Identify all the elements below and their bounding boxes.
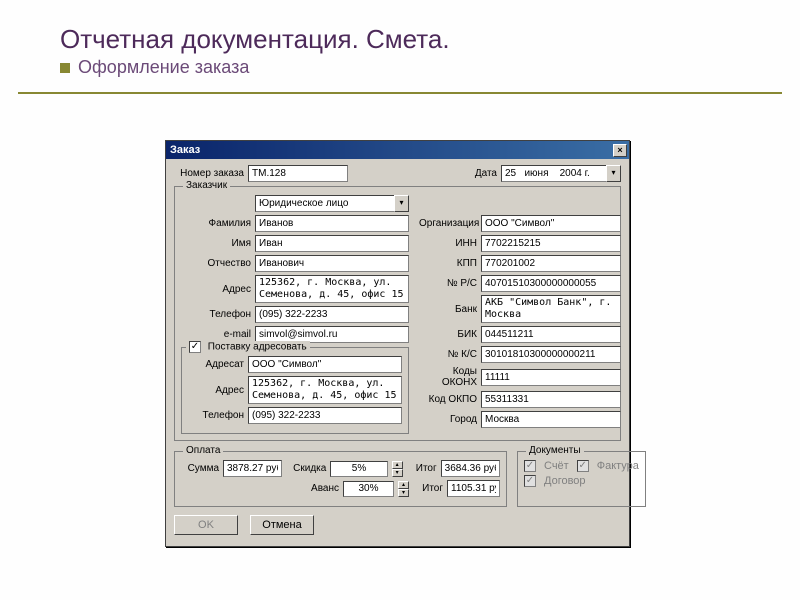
date-field[interactable] xyxy=(501,165,606,182)
advance-field[interactable] xyxy=(343,481,394,497)
itog2-field[interactable] xyxy=(447,480,500,497)
discount-label: Скидка xyxy=(286,463,326,474)
documents-legend: Документы xyxy=(526,445,584,456)
schet-checkbox: ✓ xyxy=(524,460,536,472)
lastname-field[interactable] xyxy=(255,215,409,232)
address-label: Адрес xyxy=(181,284,251,295)
order-window: Заказ × Номер заказа Дата ▾ Заказчик xyxy=(165,140,630,547)
bik-label: БИК xyxy=(419,329,477,340)
okonh-field[interactable] xyxy=(481,369,621,386)
firstname-field[interactable] xyxy=(255,235,409,252)
divider xyxy=(18,92,782,94)
bank-field[interactable]: АКБ "Символ Банк", г. Москва xyxy=(481,295,621,323)
documents-group: Документы ✓ Счёт ✓ Фактура ✓ Договор xyxy=(517,451,646,507)
lastname-label: Фамилия xyxy=(181,218,251,229)
patronymic-label: Отчество xyxy=(181,258,251,269)
delivery-address-label: Адрес xyxy=(188,385,244,396)
order-no-field[interactable] xyxy=(248,165,348,182)
inn-field[interactable] xyxy=(481,235,621,252)
org-label: Организация xyxy=(419,218,477,229)
rs-field[interactable] xyxy=(481,275,621,292)
delivery-address-field[interactable]: 125362, г. Москва, ул. Семенова, д. 45, … xyxy=(248,376,402,404)
firstname-label: Имя xyxy=(181,238,251,249)
faktura-label: Фактура xyxy=(597,460,639,472)
cancel-button[interactable]: Отмена xyxy=(250,515,314,535)
patronymic-field[interactable] xyxy=(255,255,409,272)
bik-field[interactable] xyxy=(481,326,621,343)
org-field[interactable] xyxy=(481,215,621,232)
addressee-label: Адресат xyxy=(188,359,244,370)
customer-group: Заказчик ▾ Фамилия xyxy=(174,186,621,441)
sum-field[interactable] xyxy=(223,460,282,477)
dogovor-label: Договор xyxy=(544,475,586,487)
sum-label: Сумма xyxy=(181,463,219,474)
chevron-down-icon[interactable]: ▾ xyxy=(606,165,621,182)
titlebar: Заказ × xyxy=(166,141,629,159)
okpo-label: Код ОКПО xyxy=(419,394,477,405)
dogovor-checkbox: ✓ xyxy=(524,475,536,487)
delivery-phone-label: Телефон xyxy=(188,410,244,421)
order-no-label: Номер заказа xyxy=(174,168,244,179)
itog2-label: Итог xyxy=(413,483,443,494)
close-icon[interactable]: × xyxy=(613,144,627,157)
faktura-checkbox: ✓ xyxy=(577,460,589,472)
slide-title: Отчетная документация. Смета. xyxy=(60,24,740,55)
city-label: Город xyxy=(419,414,477,425)
bank-label: Банк xyxy=(419,304,477,315)
ks-label: № К/С xyxy=(419,349,477,360)
payment-legend: Оплата xyxy=(183,445,223,456)
phone-field[interactable] xyxy=(255,306,409,323)
address-field[interactable]: 125362, г. Москва, ул. Семенова, д. 45, … xyxy=(255,275,409,303)
inn-label: ИНН xyxy=(419,238,477,249)
payment-group: Оплата Сумма Скидка ▴▾ Итог Аванс ▴▾ xyxy=(174,451,507,507)
schet-label: Счёт xyxy=(544,460,569,472)
kpp-field[interactable] xyxy=(481,255,621,272)
delivery-phone-field[interactable] xyxy=(248,407,402,424)
addressee-field[interactable] xyxy=(248,356,402,373)
city-field[interactable] xyxy=(481,411,621,428)
delivery-checkbox[interactable]: ✓ xyxy=(189,341,201,353)
kpp-label: КПП xyxy=(419,258,477,269)
advance-stepper[interactable]: ▴▾ xyxy=(398,481,409,497)
slide-subtitle: Оформление заказа xyxy=(60,57,740,78)
email-label: e-mail xyxy=(181,329,251,340)
window-title: Заказ xyxy=(170,144,200,156)
ks-field[interactable] xyxy=(481,346,621,363)
delivery-checkbox-label: Поставку адресовать xyxy=(208,342,307,353)
advance-label: Аванс xyxy=(299,483,339,494)
okonh-label: Коды ОКОНХ xyxy=(419,366,477,388)
ok-button[interactable]: OK xyxy=(174,515,238,535)
bullet-icon xyxy=(60,63,70,73)
delivery-group: ✓ Поставку адресовать Адресат Адрес 1253… xyxy=(181,347,409,434)
customer-legend: Заказчик xyxy=(183,180,230,191)
discount-field[interactable] xyxy=(330,461,387,477)
customer-type-field[interactable] xyxy=(255,195,394,212)
okpo-field[interactable] xyxy=(481,391,621,408)
itog1-label: Итог xyxy=(407,463,437,474)
phone-label: Телефон xyxy=(181,309,251,320)
date-label: Дата xyxy=(475,168,497,179)
chevron-down-icon[interactable]: ▾ xyxy=(394,195,409,212)
itog1-field[interactable] xyxy=(441,460,500,477)
rs-label: № Р/С xyxy=(419,278,477,289)
discount-stepper[interactable]: ▴▾ xyxy=(392,461,403,477)
